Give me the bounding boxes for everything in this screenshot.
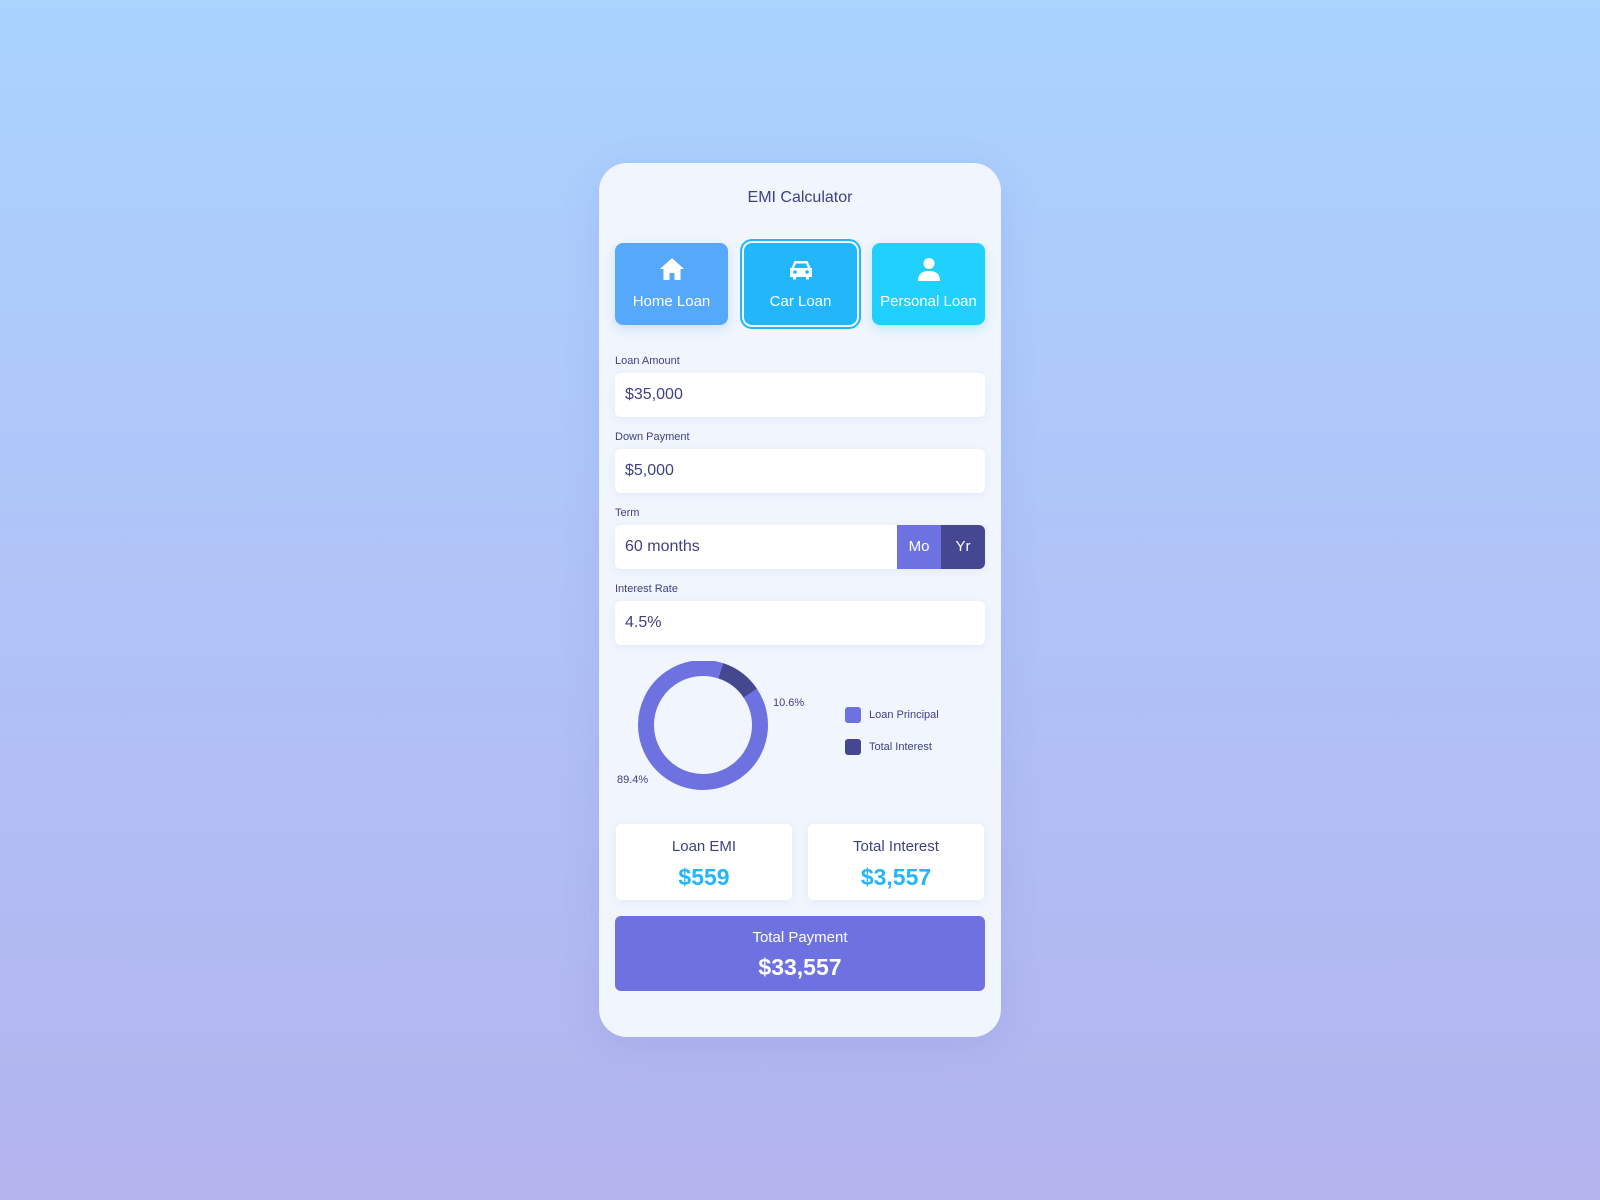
down-payment-value: $5,000	[625, 462, 674, 479]
principal-percent-label: 89.4%	[617, 774, 649, 786]
page-title: EMI Calculator	[747, 189, 853, 206]
car-icon	[744, 257, 857, 285]
interest-rate-input[interactable]: 4.5%	[615, 601, 985, 645]
total-payment-card: Total Payment $33,557	[615, 916, 985, 991]
loan-amount-input[interactable]: $35,000	[615, 373, 985, 417]
loan-type-tabs: Home Loan Car Loan Personal Loan	[615, 243, 985, 325]
legend-swatch-interest	[845, 739, 861, 755]
loan-breakdown-chart: 10.6% 89.4% Loan Principal Total Interes…	[615, 661, 985, 801]
donut-slice-interest	[717, 663, 757, 698]
total-interest-card: Total Interest $3,557	[808, 824, 984, 900]
tab-label: Personal Loan	[880, 293, 977, 310]
term-input[interactable]: 60 months Mo Yr	[615, 525, 985, 569]
legend-swatch-principal	[845, 707, 861, 723]
loan-amount-value: $35,000	[625, 386, 683, 403]
total-payment-value: $33,557	[758, 954, 842, 980]
term-label: Term	[615, 507, 640, 519]
tab-personal-loan[interactable]: Personal Loan	[872, 243, 985, 325]
term-unit-months-button[interactable]: Mo	[897, 525, 941, 569]
down-payment-input[interactable]: $5,000	[615, 449, 985, 493]
total-interest-value: $3,557	[860, 864, 932, 890]
interest-percent-label: 10.6%	[773, 697, 805, 709]
legend-label-principal: Loan Principal	[869, 709, 939, 721]
emi-calculator-card: EMI Calculator Home Loan Car Loan Person…	[599, 163, 1001, 1037]
tab-label: Home Loan	[632, 293, 711, 310]
tab-home-loan[interactable]: Home Loan	[615, 243, 728, 325]
interest-rate-value: 4.5%	[625, 614, 662, 631]
total-payment-label: Total Payment	[752, 929, 848, 946]
term-unit-years-button[interactable]: Yr	[941, 525, 985, 569]
legend-label-interest: Total Interest	[869, 741, 932, 753]
home-icon	[615, 257, 728, 285]
term-value: 60 months	[625, 538, 700, 555]
person-icon	[872, 257, 985, 285]
down-payment-label: Down Payment	[615, 431, 690, 443]
total-interest-label: Total Interest	[853, 838, 939, 855]
loan-amount-label: Loan Amount	[615, 355, 680, 367]
tab-car-loan[interactable]: Car Loan	[744, 243, 857, 325]
tab-label: Car Loan	[769, 293, 832, 310]
loan-emi-label: Loan EMI	[671, 838, 737, 855]
loan-emi-value: $559	[678, 864, 730, 890]
loan-emi-card: Loan EMI $559	[616, 824, 792, 900]
interest-rate-label: Interest Rate	[615, 583, 678, 595]
